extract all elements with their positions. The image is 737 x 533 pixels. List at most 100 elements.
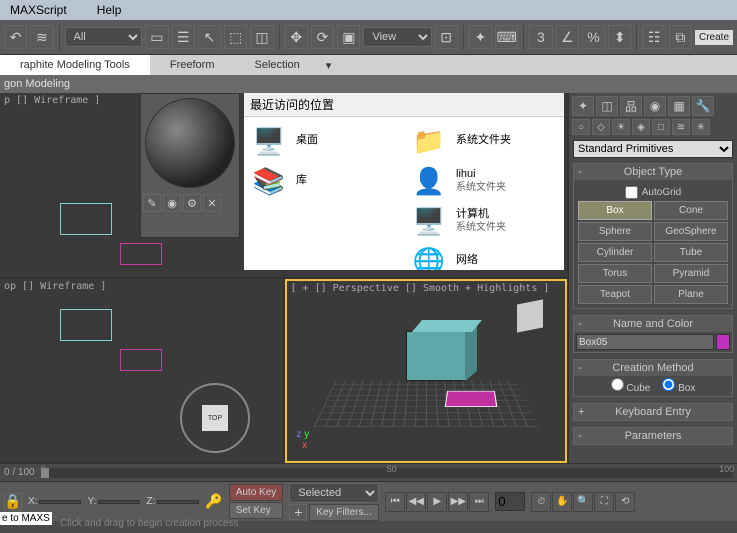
menu-help[interactable]: Help [97,3,122,17]
select-icon[interactable]: ▭ [145,25,168,49]
color-swatch[interactable] [716,334,730,350]
geometry-cat-icon[interactable]: ○ [572,119,590,135]
move-icon[interactable]: ✥ [285,25,308,49]
rollout-head-method[interactable]: -Creation Method [574,360,732,376]
ref-coord-dropdown[interactable]: View [363,27,431,47]
play-icon[interactable]: ▶ [427,492,447,512]
create-button[interactable]: Create [695,30,733,45]
material-preview-sphere[interactable] [145,98,235,188]
viewport-perspective[interactable]: [ + [] Perspective [] Smooth + Highlight… [285,279,568,463]
motion-tab-icon[interactable]: ◉ [644,96,666,116]
percent-snap-icon[interactable]: % [582,25,605,49]
viewcube-top-face[interactable]: TOP [202,405,228,431]
file-browser-window[interactable]: 最近访问的位置 🖥️ 桌面 📚 库 📁 系统文件夹 [244,93,564,270]
maxscript-listener-tag[interactable]: e to MAXS [0,512,52,525]
autokey-button[interactable]: Auto Key [229,484,284,501]
explorer-item-desktop[interactable]: 🖥️ 桌面 [248,121,400,161]
current-frame-input[interactable] [495,492,525,511]
orbit-icon[interactable]: ⟲ [615,492,635,512]
sphere-button[interactable]: Sphere [578,222,652,241]
select-name-icon[interactable]: ☰ [172,25,195,49]
material-editor-panel[interactable]: ✎ ◉ ⚙ ✕ [140,93,240,238]
ribbon-chevron-icon[interactable]: ▾ [326,59,332,72]
lights-cat-icon[interactable]: ☀ [612,119,630,135]
goto-end-icon[interactable]: ⏭ [469,492,489,512]
key-plus-icon[interactable]: + [289,504,307,520]
spinner-snap-icon[interactable]: ⬍ [608,25,631,49]
explorer-item-recent[interactable]: 📁 系统文件夹 [408,121,560,161]
kbd-shortcut-icon[interactable]: ⌨ [495,25,518,49]
mat-settings-icon[interactable]: ⚙ [183,194,201,212]
angle-snap-icon[interactable]: ∠ [556,25,579,49]
utilities-tab-icon[interactable]: 🔧 [692,96,714,116]
x-field[interactable] [39,500,81,504]
rollout-head-name[interactable]: -Name and Color [574,316,732,332]
geosphere-button[interactable]: GeoSphere [654,222,728,241]
mirror-icon[interactable]: ⧉ [669,25,692,49]
spacewarps-cat-icon[interactable]: ≋ [672,119,690,135]
explorer-item-libraries[interactable]: 📚 库 [248,161,400,201]
lock-icon[interactable]: 🔒 [4,493,22,511]
y-field[interactable] [98,500,140,504]
shapes-cat-icon[interactable]: ◇ [592,119,610,135]
cylinder-button[interactable]: Cylinder [578,243,652,262]
menu-maxscript[interactable]: MAXScript [10,3,67,17]
manip-icon[interactable]: ✦ [469,25,492,49]
rollout-head-kbd[interactable]: +Keyboard Entry [574,404,732,420]
time-slider[interactable]: 0 / 100 0 50 100 [0,463,737,481]
rollout-head-objtype[interactable]: -Object Type [574,164,732,180]
autogrid-checkbox[interactable] [625,186,638,199]
create-tab-icon[interactable]: ✦ [572,96,594,116]
goto-start-icon[interactable]: ⏮ [385,492,405,512]
key-target-dropdown[interactable]: Selected [289,483,379,503]
object-name-input[interactable] [576,334,714,350]
window-crossing-icon[interactable]: ◫ [250,25,273,49]
eyedrop-icon[interactable]: ✎ [143,194,161,212]
zoom-icon[interactable]: 🔍 [573,492,593,512]
scale-icon[interactable]: ▣ [337,25,360,49]
time-config-icon[interactable]: ⏲ [531,492,551,512]
explorer-item-computer[interactable]: 🖥️ 计算机系统文件夹 [408,201,560,241]
snap-3-icon[interactable]: 3 [529,25,552,49]
systems-cat-icon[interactable]: ✳ [692,119,710,135]
display-tab-icon[interactable]: ▦ [668,96,690,116]
plane-button[interactable]: Plane [654,285,728,304]
steering-wheel[interactable]: TOP [180,383,250,453]
cursor-icon[interactable]: ↖ [198,25,221,49]
tube-button[interactable]: Tube [654,243,728,262]
time-track[interactable]: 0 50 100 [41,468,733,478]
ribbon-tab-selection[interactable]: Selection [235,55,320,75]
named-sel-icon[interactable]: ☷ [642,25,665,49]
selection-filter-dropdown[interactable]: All [65,27,143,47]
hierarchy-tab-icon[interactable]: 品 [620,96,642,116]
mat-delete-icon[interactable]: ✕ [203,194,221,212]
ribbon-tab-modeling[interactable]: raphite Modeling Tools [0,55,150,75]
pyramid-button[interactable]: Pyramid [654,264,728,283]
redo-icon[interactable]: ≋ [30,25,53,49]
rotate-icon[interactable]: ⟳ [311,25,334,49]
pan-icon[interactable]: ✋ [552,492,572,512]
box-button[interactable]: Box [578,201,652,220]
key-mode-icon[interactable]: 🔑 [205,493,222,510]
z-field[interactable] [157,500,199,504]
pivot-icon[interactable]: ⊡ [435,25,458,49]
undo-icon[interactable]: ↶ [4,25,27,49]
cube-radio[interactable]: Cube [611,378,651,394]
primitive-category-dropdown[interactable]: Standard Primitives [573,140,733,158]
cone-button[interactable]: Cone [654,201,728,220]
key-filters-button[interactable]: Key Filters... [309,504,379,521]
helpers-cat-icon[interactable]: □ [652,119,670,135]
setkey-button[interactable]: Set Key [229,502,284,519]
explorer-item-network[interactable]: 🌐 网络 [408,241,560,270]
cameras-cat-icon[interactable]: ◈ [632,119,650,135]
ribbon-tab-freeform[interactable]: Freeform [150,55,235,75]
teapot-button[interactable]: Teapot [578,285,652,304]
torus-button[interactable]: Torus [578,264,652,283]
zoom-extents-icon[interactable]: ⛶ [594,492,614,512]
prev-frame-icon[interactable]: ◀◀ [406,492,426,512]
modify-tab-icon[interactable]: ◫ [596,96,618,116]
rollout-head-params[interactable]: -Parameters [574,428,732,444]
box-radio[interactable]: Box [662,378,695,394]
explorer-item-user[interactable]: 👤 lihui系统文件夹 [408,161,560,201]
assign-icon[interactable]: ◉ [163,194,181,212]
